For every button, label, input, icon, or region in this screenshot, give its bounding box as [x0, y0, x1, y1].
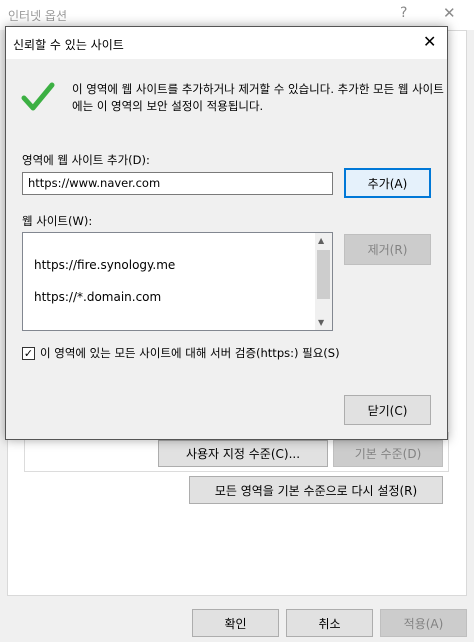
scrollbar-thumb[interactable] [317, 250, 330, 299]
list-item[interactable]: https://fire.synology.me [34, 258, 175, 272]
require-https-checkbox[interactable]: ✓ [22, 346, 35, 360]
checkmark-icon [21, 82, 55, 111]
apply-button[interactable]: 적용(A) [380, 609, 467, 637]
zone-info-text: 이 영역에 웹 사이트를 추가하거나 제거할 수 있습니다. 추가한 모든 웹 … [72, 82, 444, 113]
cancel-button[interactable]: 취소 [286, 609, 373, 637]
require-https-row[interactable]: ✓ 이 영역에 있는 모든 사이트에 대해 서버 검증(https:) 필요(S… [22, 345, 340, 361]
add-button[interactable]: 추가(A) [344, 168, 431, 198]
dialog-titlebar: 신뢰할 수 있는 사이트 ✕ [6, 27, 447, 59]
reset-all-zones-button[interactable]: 모든 영역을 기본 수준으로 다시 설정(R) [189, 476, 443, 504]
close-icon[interactable]: ✕ [443, 4, 456, 22]
ok-button[interactable]: 확인 [192, 609, 279, 637]
scroll-up-icon[interactable]: ▲ [318, 236, 324, 245]
trusted-sites-dialog: 신뢰할 수 있는 사이트 ✕ 이 영역에 웹 사이트를 추가하거나 제거할 수 … [5, 26, 448, 440]
default-level-button[interactable]: 기본 수준(D) [333, 440, 443, 467]
list-item[interactable]: https://*.domain.com [34, 290, 161, 304]
remove-button[interactable]: 제거(R) [344, 234, 431, 265]
check-icon: ✓ [23, 346, 34, 360]
websites-scrollbar[interactable]: ▲ ▼ [315, 233, 332, 330]
websites-list[interactable]: https://fire.synology.me https://*.domai… [22, 232, 333, 331]
require-https-label: 이 영역에 있는 모든 사이트에 대해 서버 검증(https:) 필요(S) [40, 346, 340, 360]
websites-label: 웹 사이트(W): [22, 214, 93, 228]
dialog-title: 신뢰할 수 있는 사이트 [13, 38, 124, 52]
custom-level-button[interactable]: 사용자 지정 수준(C)... [158, 440, 328, 467]
background-window-title: 인터넷 옵션 [8, 9, 68, 23]
add-site-input[interactable]: https://www.naver.com [22, 172, 333, 195]
close-button[interactable]: 닫기(C) [344, 395, 431, 425]
help-icon[interactable]: ? [400, 5, 407, 21]
scroll-down-icon[interactable]: ▼ [318, 318, 324, 327]
add-site-label: 영역에 웹 사이트 추가(D): [22, 153, 150, 167]
dialog-close-icon[interactable]: ✕ [423, 32, 436, 51]
